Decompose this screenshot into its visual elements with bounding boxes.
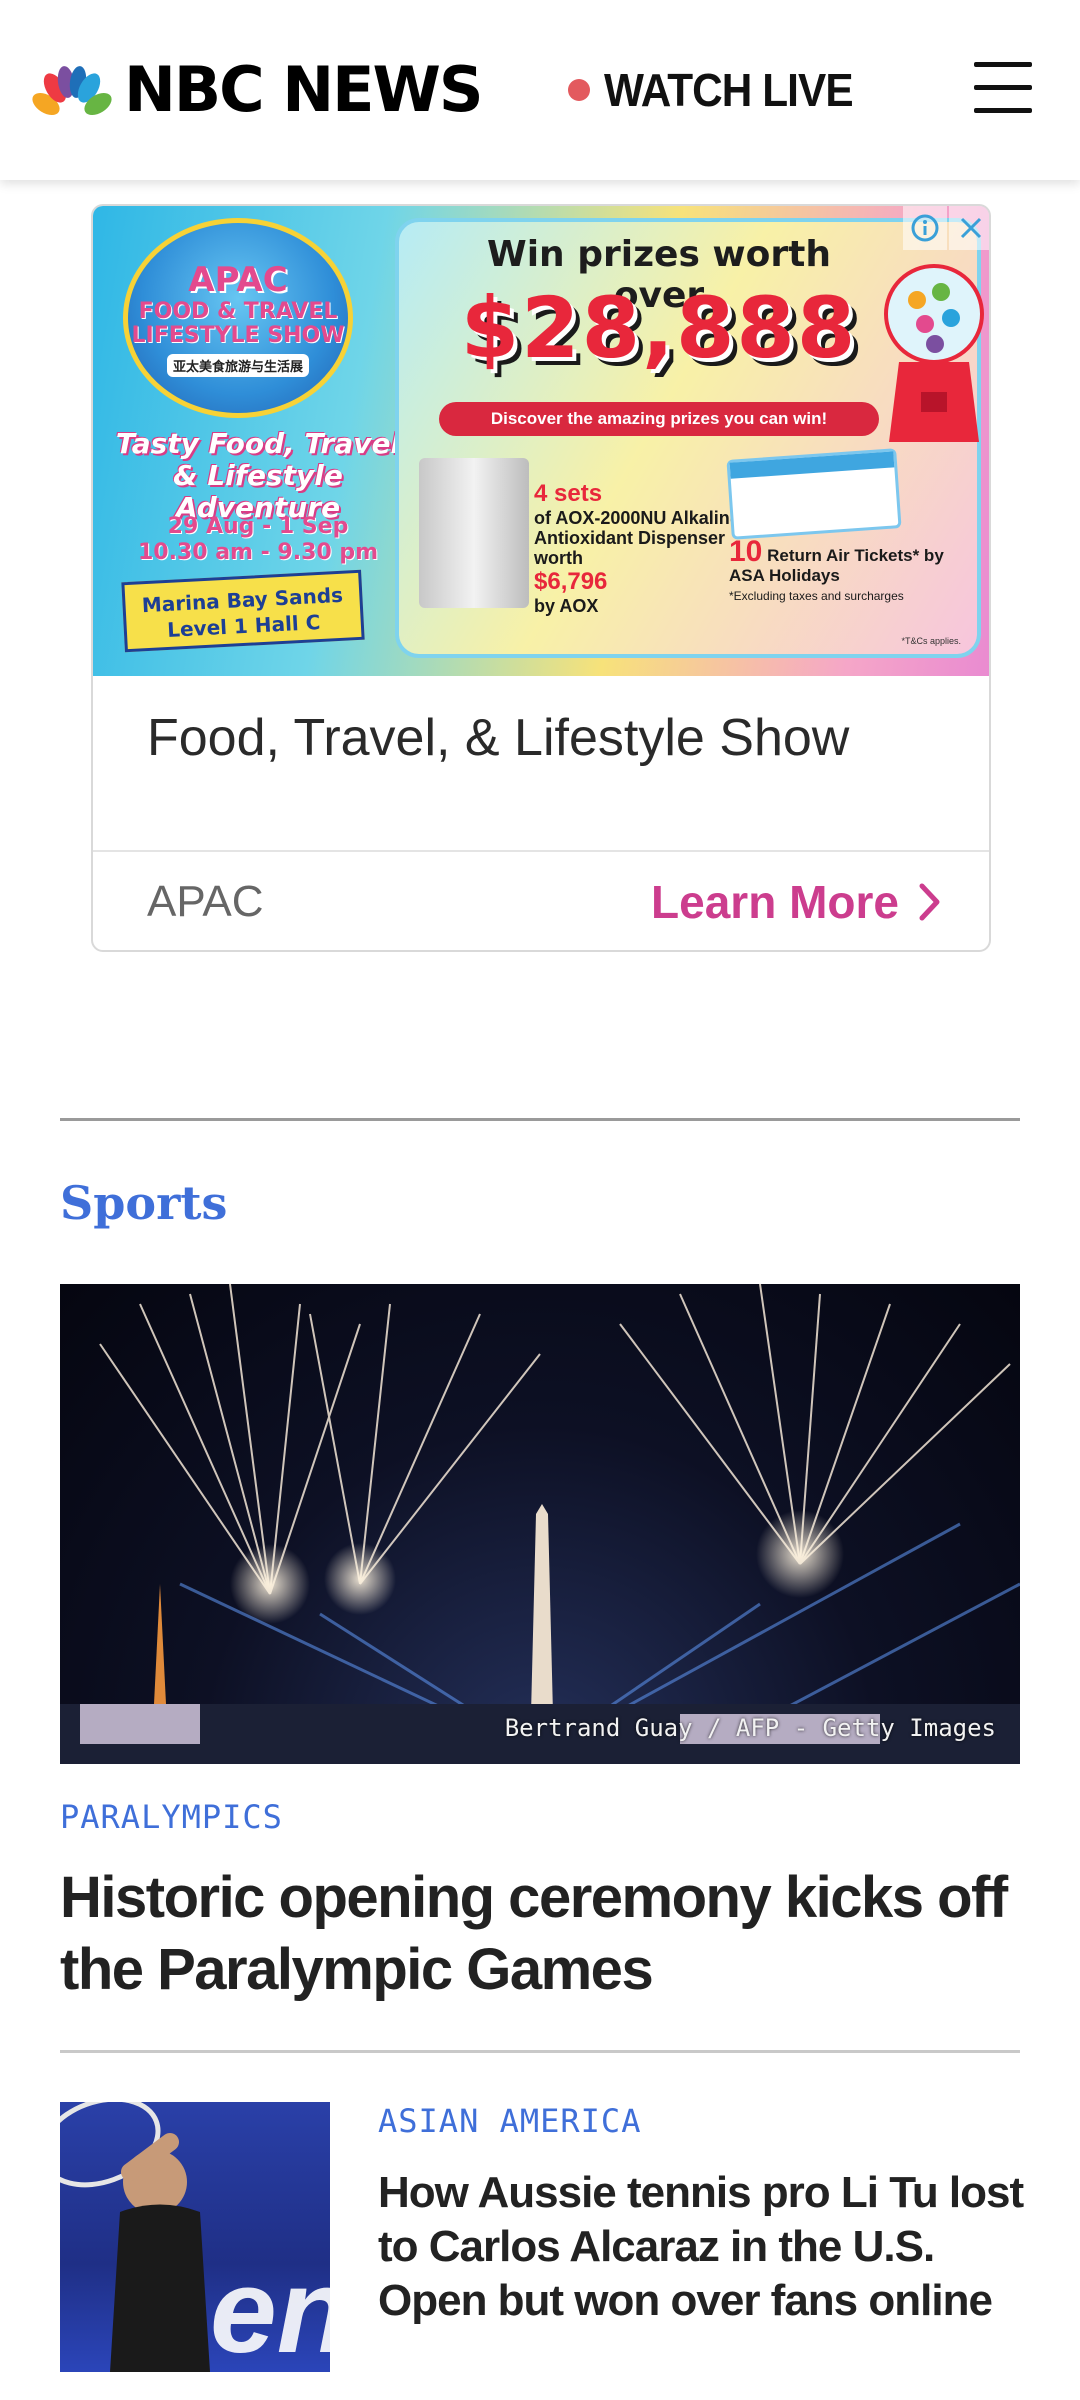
ad-tagline: Tasty Food, Travel & Lifestyle Adventure: [115, 427, 401, 524]
ticket-prize-text: 10 Return Air Tickets* by ASA Holidays *…: [729, 537, 969, 606]
brand-wordmark[interactable]: NBC NEWS: [124, 52, 484, 128]
lead-headline[interactable]: Historic opening ceremony kicks off the …: [60, 1862, 1020, 2006]
logo-chinese-text: 亚太美食旅游与生活展: [166, 353, 309, 377]
ad-close-icon[interactable]: [949, 206, 989, 250]
gumball-machine-icon: [884, 264, 984, 442]
tennis-player-illustration: en: [60, 2102, 330, 2372]
sponsored-ad-card[interactable]: APAC FOOD & TRAVEL LIFESTYLE SHOW 亚太美食旅游…: [91, 204, 991, 952]
section-title-sports[interactable]: Sports: [60, 1176, 227, 1230]
story-divider: [60, 2050, 1020, 2053]
ad-venue: Marina Bay Sands Level 1 Hall C: [121, 569, 365, 653]
kicker-paralympics[interactable]: PARALYMPICS: [60, 1798, 283, 1836]
learn-more-label: Learn More: [651, 876, 899, 928]
apac-logo-badge: APAC FOOD & TRAVEL LIFESTYLE SHOW 亚太美食旅游…: [123, 218, 353, 418]
live-dot-icon: [568, 79, 590, 101]
ad-choices-badges: [903, 206, 989, 250]
nbc-peacock-logo-icon[interactable]: [30, 60, 114, 120]
prize-discover-pill: Discover the amazing prizes you can win!: [439, 402, 879, 436]
watch-live-label: WATCH LIVE: [604, 64, 854, 116]
top-nav-bar: NBC NEWS WATCH LIVE: [0, 0, 1080, 180]
tickets-count: 10: [729, 535, 763, 568]
fireworks-illustration: [60, 1284, 1020, 1764]
logo-show-text: FOOD & TRAVEL LIFESTYLE SHOW: [131, 298, 345, 348]
terms-note: *T&Cs applies.: [901, 636, 961, 646]
kicker-asian-america[interactable]: ASIAN AMERICA: [378, 2102, 641, 2140]
dispenser-by: by AOX: [534, 596, 599, 616]
dispenser-prize-text: 4 sets of AOX-2000NU Alkaline Antioxidan…: [534, 480, 744, 616]
dispenser-value: $6,796: [534, 568, 608, 595]
ad-dates: 29 Aug - 1 Sep 10.30 am - 9.30 pm: [123, 514, 393, 566]
prize-amount: $28,888: [460, 279, 858, 377]
watch-live-link[interactable]: WATCH LIVE: [568, 60, 874, 120]
dispenser-count: 4 sets: [534, 480, 603, 507]
ad-sponsor-name: APAC: [147, 877, 264, 926]
ad-title[interactable]: Food, Travel, & Lifestyle Show: [147, 706, 947, 770]
air-ticket-image: [726, 448, 902, 540]
tickets-desc: Return Air Tickets* by ASA Holidays: [729, 546, 944, 585]
hamburger-menu-icon[interactable]: [974, 62, 1032, 114]
water-dispenser-image: [419, 458, 529, 608]
story-headline[interactable]: How Aussie tennis pro Li Tu lost to Carl…: [378, 2166, 1028, 2328]
logo-apac-text: APAC: [188, 259, 288, 300]
photo-credit: Bertrand Guay / AFP - Getty Images: [504, 1714, 996, 1742]
learn-more-button[interactable]: Learn More: [651, 874, 941, 930]
lead-story-image[interactable]: Bertrand Guay / AFP - Getty Images: [60, 1284, 1020, 1764]
ad-banner-image[interactable]: APAC FOOD & TRAVEL LIFESTYLE SHOW 亚太美食旅游…: [93, 206, 989, 676]
ad-info-icon[interactable]: [903, 206, 947, 250]
chevron-right-icon: [919, 883, 940, 921]
ad-date-range: 29 Aug - 1 Sep: [167, 514, 349, 539]
story-thumbnail[interactable]: en: [60, 2102, 330, 2372]
section-divider: [60, 1118, 1020, 1121]
ad-divider: [93, 850, 989, 852]
prize-panel: Win prizes worth over $28,888 Discover t…: [395, 218, 984, 658]
svg-text:en: en: [210, 2244, 330, 2372]
dispenser-desc: of AOX-2000NU Alkaline Antioxidant Dispe…: [534, 508, 740, 568]
ad-hours: 10.30 am - 9.30 pm: [137, 540, 379, 565]
tickets-note: *Excluding taxes and surcharges: [729, 589, 904, 603]
